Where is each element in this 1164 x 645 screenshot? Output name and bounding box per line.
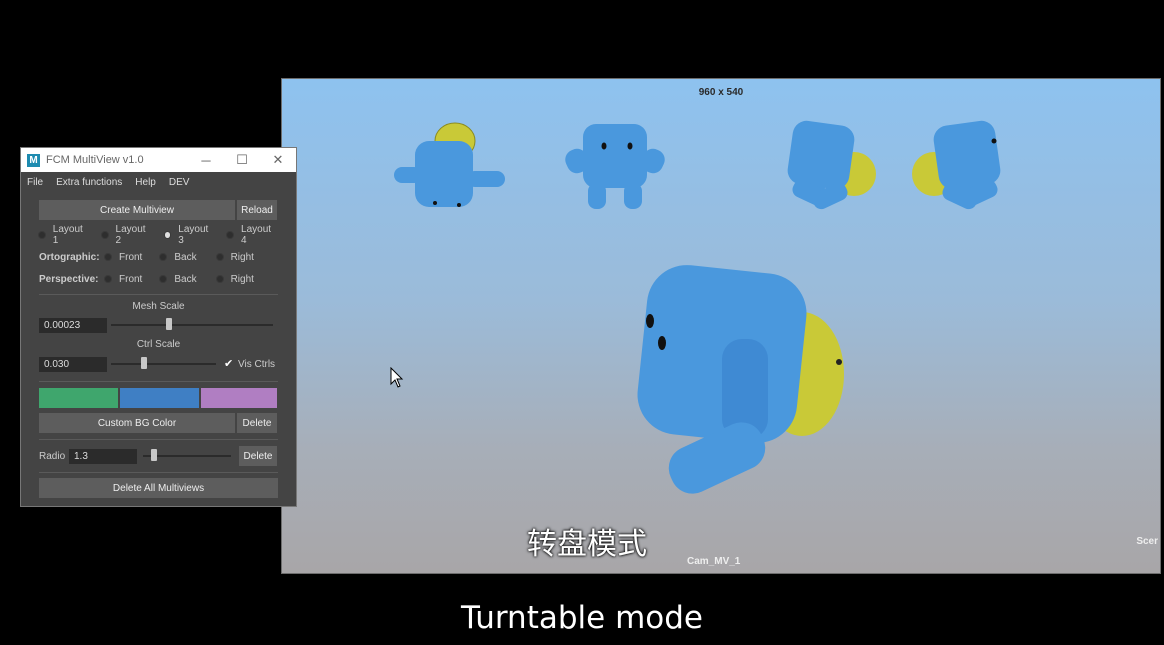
mesh-scale-label: Mesh Scale <box>132 301 185 312</box>
mouse-cursor-icon <box>390 367 404 388</box>
menu-extra-functions[interactable]: Extra functions <box>56 177 122 188</box>
divider <box>39 381 278 382</box>
reload-button[interactable]: Reload <box>237 200 277 220</box>
menu-bar: File Extra functions Help DEV <box>21 172 296 192</box>
ortographic-row: Ortographic: Front Back Right <box>39 246 278 268</box>
persp-front-radio[interactable] <box>105 276 111 282</box>
main-character <box>637 265 844 494</box>
radio-label: Radio <box>39 450 66 462</box>
ortho-back-label: Back <box>174 251 197 263</box>
blue-color-swatch[interactable] <box>120 388 199 408</box>
ctrl-scale-field[interactable]: 0.030 <box>39 356 107 372</box>
scene-render <box>394 120 1001 494</box>
purple-color-swatch[interactable] <box>201 388 277 408</box>
green-color-swatch[interactable] <box>39 388 118 408</box>
custom-bg-color-button[interactable]: Custom BG Color <box>39 413 235 433</box>
radio-slider[interactable] <box>143 449 231 461</box>
menu-file[interactable]: File <box>27 177 43 188</box>
window-title: FCM MultiView v1.0 <box>46 154 144 166</box>
minimize-icon[interactable]: ─ <box>188 148 224 172</box>
persp-back-label: Back <box>174 273 197 285</box>
persp-back-radio[interactable] <box>160 276 167 282</box>
maya-app-icon: M <box>27 153 40 167</box>
menu-help[interactable]: Help <box>135 177 156 188</box>
delete-bg-button[interactable]: Delete <box>237 413 277 433</box>
character-view-2 <box>565 124 665 209</box>
ortho-front-label: Front <box>119 251 143 263</box>
create-multiview-button[interactable]: Create Multiview <box>39 200 235 220</box>
radio-value-field[interactable]: 1.3 <box>69 448 137 464</box>
layout-3-label: Layout 3 <box>178 224 209 246</box>
ctrl-scale-label: Ctrl Scale <box>136 339 181 350</box>
maximize-icon[interactable]: ☐ <box>224 148 260 172</box>
delete-all-multiviews-button[interactable]: Delete All Multiviews <box>39 478 278 498</box>
character-view-4 <box>912 120 1001 210</box>
perspective-row: Perspective: Front Back Right <box>39 268 278 290</box>
divider <box>39 439 278 440</box>
divider <box>39 472 278 473</box>
ortho-right-label: Right <box>230 251 254 263</box>
persp-right-label: Right <box>230 273 254 285</box>
viewport[interactable]: 960 x 540 转盘模式 Cam_MV_1 Scer <box>281 78 1161 574</box>
layout-3-radio[interactable] <box>164 232 171 238</box>
character-view-1 <box>394 122 505 207</box>
ortho-front-radio[interactable] <box>105 254 111 260</box>
persp-right-radio[interactable] <box>216 276 223 282</box>
chinese-caption: 转盘模式 <box>527 527 647 562</box>
camera-label: Cam_MV_1 <box>687 556 741 567</box>
multiview-window: M FCM MultiView v1.0 ─ ☐ ✕ File Extra fu… <box>20 147 297 507</box>
perspective-label: Perspective: <box>39 273 99 285</box>
persp-front-label: Front <box>119 273 143 285</box>
vis-ctrls-label: Vis Ctrls <box>238 358 276 370</box>
mesh-scale-slider[interactable] <box>111 318 273 330</box>
radio-slider-thumb[interactable] <box>151 449 157 461</box>
ctrl-scale-slider-thumb[interactable] <box>141 357 147 369</box>
english-caption: Turntable mode <box>460 600 703 636</box>
layout-radio-group: Layout 1 Layout 2 Layout 3 Layout 4 <box>39 224 278 246</box>
layout-4-label: Layout 4 <box>241 224 272 246</box>
divider <box>39 294 278 295</box>
scene-label: Scer <box>1136 536 1158 547</box>
layout-1-label: Layout 1 <box>52 224 83 246</box>
character-view-3 <box>787 120 876 210</box>
ortho-right-radio[interactable] <box>216 254 223 260</box>
vis-ctrls-checkbox[interactable]: ✔ <box>224 358 233 369</box>
ortographic-label: Ortographic: <box>39 251 100 263</box>
ortho-back-radio[interactable] <box>160 254 167 260</box>
mesh-scale-field[interactable]: 0.00023 <box>39 317 107 333</box>
close-icon[interactable]: ✕ <box>260 148 296 172</box>
delete-radio-button[interactable]: Delete <box>239 446 277 466</box>
menu-dev[interactable]: DEV <box>169 177 190 188</box>
layout-2-radio[interactable] <box>101 232 108 238</box>
layout-4-radio[interactable] <box>227 232 234 238</box>
mesh-scale-slider-thumb[interactable] <box>166 318 172 330</box>
ctrl-scale-slider[interactable] <box>111 357 216 369</box>
layout-1-radio[interactable] <box>39 232 45 238</box>
title-bar[interactable]: M FCM MultiView v1.0 ─ ☐ ✕ <box>21 148 296 172</box>
layout-2-label: Layout 2 <box>115 224 146 246</box>
